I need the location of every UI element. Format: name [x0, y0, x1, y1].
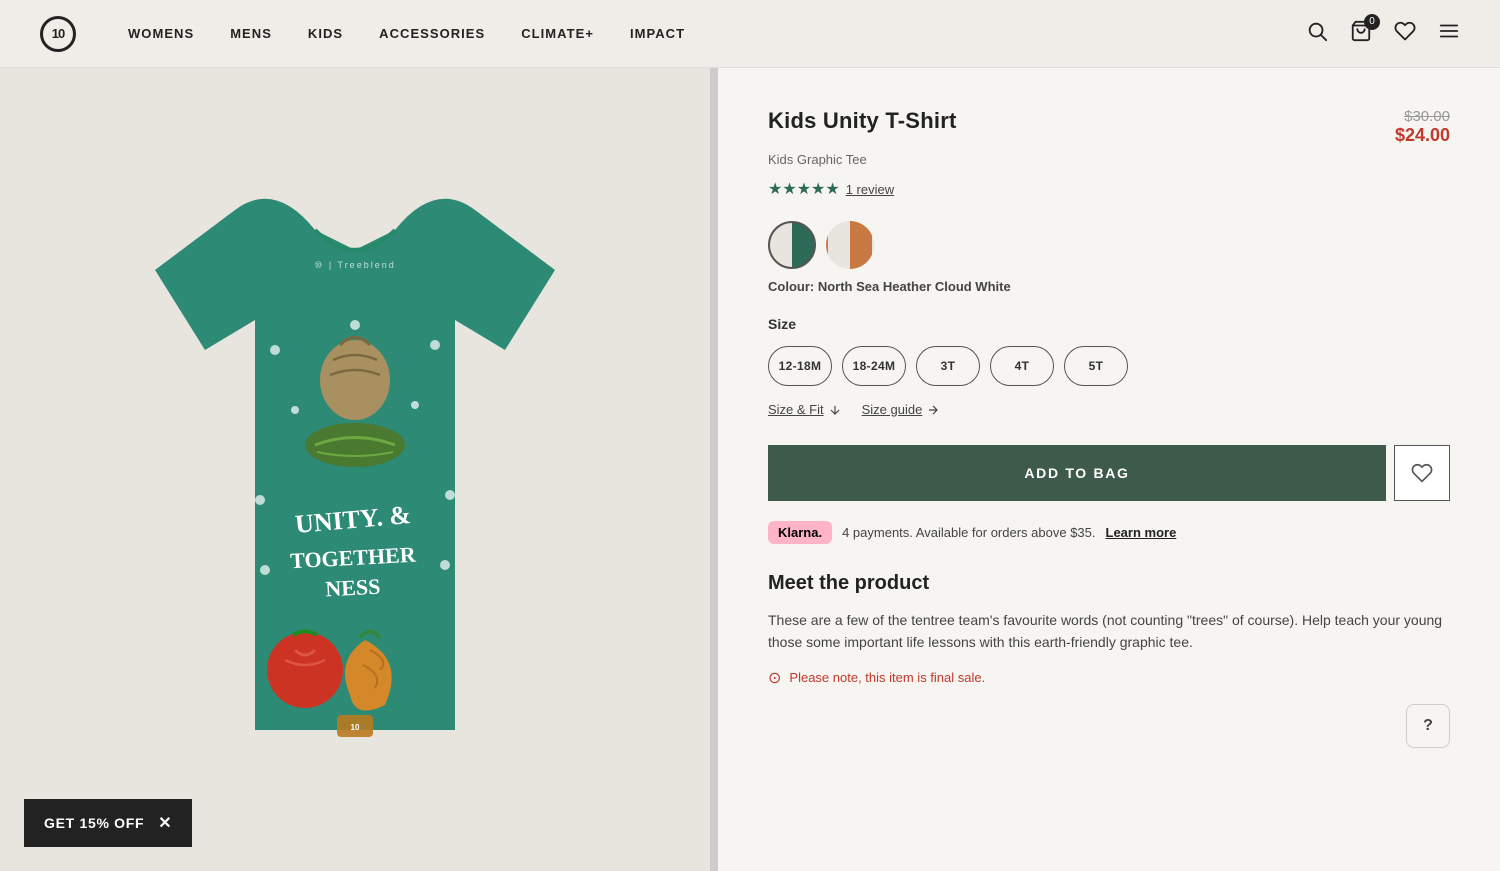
size-guide-link[interactable]: Size guide	[862, 402, 941, 417]
nav-womens[interactable]: WOMENS	[128, 26, 194, 41]
warning-icon: ⊙	[768, 668, 781, 688]
product-header: Kids Unity T-Shirt $30.00 $24.00	[768, 108, 1450, 146]
product-subtitle: Kids Graphic Tee	[768, 152, 1450, 167]
section-divider	[710, 68, 718, 871]
svg-text:NESS: NESS	[325, 573, 381, 601]
klarna-section: Klarna. 4 payments. Available for orders…	[768, 521, 1450, 544]
wishlist-button[interactable]	[1394, 20, 1416, 48]
size-links: Size & Fit Size guide	[768, 402, 1450, 417]
logo[interactable]: 10	[40, 16, 78, 52]
size-18-24m[interactable]: 18-24M	[842, 346, 906, 386]
size-fit-link[interactable]: Size & Fit	[768, 402, 842, 417]
reviews-row: ★★★★★ 1 review	[768, 179, 1450, 199]
product-image-section: UNITY. & TOGETHER NESS 10 ⑩ | Treeblend	[0, 68, 710, 871]
promo-label: GET 15% OFF	[44, 815, 144, 831]
help-button[interactable]: ?	[1406, 704, 1450, 748]
price-section: $30.00 $24.00	[1395, 108, 1450, 146]
klarna-learn-more-link[interactable]: Learn more	[1106, 525, 1177, 540]
promo-banner[interactable]: GET 15% OFF ✕	[24, 799, 192, 847]
size-options: 12-18M 18-24M 3T 4T 5T	[768, 346, 1450, 386]
search-button[interactable]	[1306, 20, 1328, 48]
product-title: Kids Unity T-Shirt	[768, 108, 957, 134]
nav-kids[interactable]: KIDS	[308, 26, 343, 41]
star-rating[interactable]: ★★★★★	[768, 179, 840, 199]
svg-text:⑩ | Treeblend: ⑩ | Treeblend	[314, 260, 395, 270]
main-nav: WOMENS MENS KIDS ACCESSORIES CLIMATE+ IM…	[128, 26, 1306, 41]
svg-text:10: 10	[351, 723, 360, 732]
sale-price: $24.00	[1395, 125, 1450, 146]
meet-product-text: These are a few of the tentree team's fa…	[768, 609, 1450, 654]
original-price: $30.00	[1395, 108, 1450, 125]
klarna-badge: Klarna.	[768, 521, 832, 544]
logo-icon: 10	[40, 16, 76, 52]
main-content: UNITY. & TOGETHER NESS 10 ⑩ | Treeblend	[0, 68, 1500, 871]
product-details: Kids Unity T-Shirt $30.00 $24.00 Kids Gr…	[718, 68, 1500, 871]
final-sale-text: Please note, this item is final sale.	[789, 670, 985, 685]
color-swatch-north-sea[interactable]	[768, 221, 816, 269]
klarna-text: 4 payments. Available for orders above $…	[842, 525, 1095, 540]
help-icon: ?	[1423, 717, 1433, 735]
nav-impact[interactable]: IMPACT	[630, 26, 685, 41]
size-3t[interactable]: 3T	[916, 346, 980, 386]
product-image: UNITY. & TOGETHER NESS 10 ⑩ | Treeblend	[75, 150, 635, 790]
add-to-wishlist-button[interactable]	[1394, 445, 1450, 501]
menu-button[interactable]	[1438, 20, 1460, 48]
add-to-bag-button[interactable]: ADD TO BAG	[768, 445, 1386, 501]
header-icons: 0	[1306, 20, 1460, 48]
color-swatch-rust[interactable]	[826, 221, 874, 269]
size-5t[interactable]: 5T	[1064, 346, 1128, 386]
color-swatches	[768, 221, 1450, 269]
size-12-18m[interactable]: 12-18M	[768, 346, 832, 386]
colour-label: Colour: North Sea Heather Cloud White	[768, 279, 1450, 294]
cart-count: 0	[1364, 14, 1380, 30]
size-section-label: Size	[768, 316, 1450, 332]
nav-mens[interactable]: MENS	[230, 26, 272, 41]
add-to-bag-row: ADD TO BAG	[768, 445, 1450, 501]
meet-product-title: Meet the product	[768, 572, 1450, 595]
final-sale-notice: ⊙ Please note, this item is final sale.	[768, 668, 1450, 688]
promo-close-button[interactable]: ✕	[158, 813, 172, 833]
size-4t[interactable]: 4T	[990, 346, 1054, 386]
review-count[interactable]: 1 review	[846, 182, 894, 197]
product-image-container: UNITY. & TOGETHER NESS 10 ⑩ | Treeblend	[0, 68, 710, 871]
colour-value: North Sea Heather Cloud White	[818, 279, 1011, 294]
nav-climate[interactable]: CLIMATE+	[521, 26, 594, 41]
cart-button[interactable]: 0	[1350, 20, 1372, 48]
nav-accessories[interactable]: ACCESSORIES	[379, 26, 485, 41]
site-header: 10 WOMENS MENS KIDS ACCESSORIES CLIMATE+…	[0, 0, 1500, 68]
